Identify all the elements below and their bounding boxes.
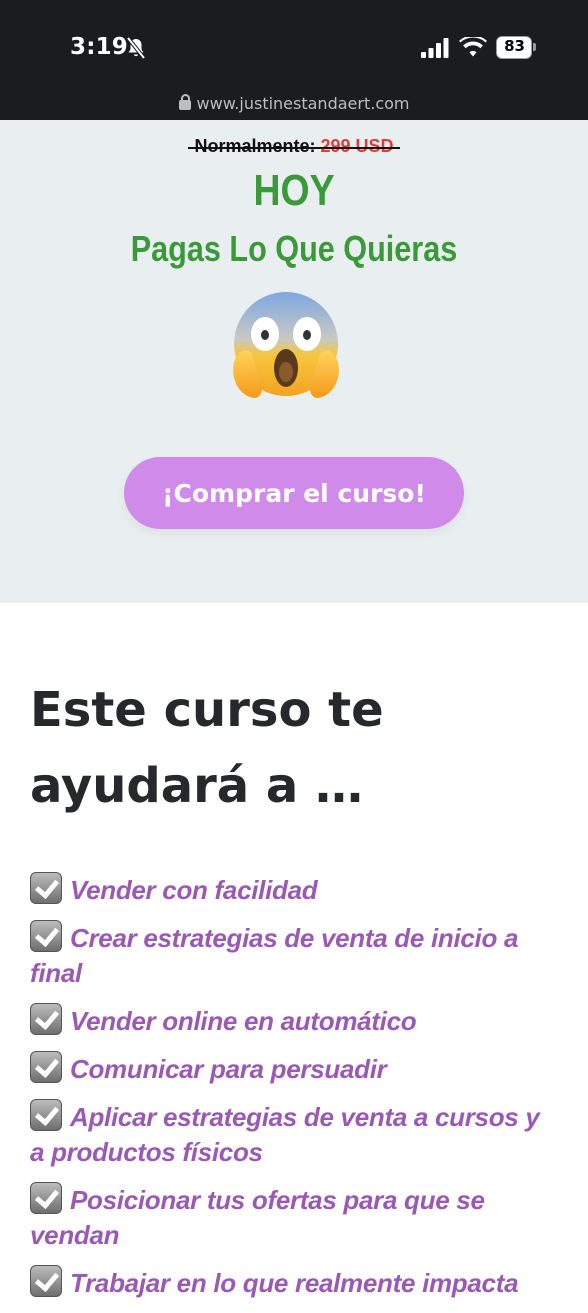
battery-percentage: 83 bbox=[504, 37, 525, 55]
lock-icon bbox=[178, 94, 191, 110]
wifi-icon bbox=[459, 37, 487, 57]
struck-price: Normalmente: 299 USD bbox=[188, 136, 400, 157]
check-mark-icon bbox=[30, 1051, 62, 1083]
list-item: Posicionar tus ofertas para que se venda… bbox=[30, 1182, 560, 1253]
check-mark-icon bbox=[30, 1182, 62, 1214]
list-item: Trabajar en lo que realmente impacta bbox=[30, 1265, 560, 1301]
check-mark-icon bbox=[30, 1003, 62, 1035]
benefits-list: Vender con facilidad Crear estrategias d… bbox=[30, 872, 560, 1313]
check-mark-icon bbox=[30, 1099, 62, 1131]
list-item: Aplicar estrategias de venta a cursos y … bbox=[30, 1099, 560, 1170]
benefit-text: Posicionar tus ofertas para que se venda… bbox=[30, 1185, 485, 1250]
list-item: Vender online en automático bbox=[30, 1003, 560, 1039]
url-text: www.justinestandaert.com bbox=[196, 94, 410, 113]
check-mark-icon bbox=[30, 920, 62, 952]
url-display[interactable]: www.justinestandaert.com bbox=[0, 94, 588, 113]
list-item: Crear estrategias de venta de inicio a f… bbox=[30, 920, 560, 991]
buy-course-button[interactable]: ¡Comprar el curso! bbox=[124, 457, 464, 529]
battery-indicator: 83 bbox=[496, 36, 538, 59]
check-mark-icon bbox=[30, 1265, 62, 1297]
benefit-text: Vender online en automático bbox=[70, 1006, 417, 1036]
benefit-text: Vender con facilidad bbox=[70, 875, 318, 905]
benefit-text: Aplicar estrategias de venta a cursos y … bbox=[30, 1102, 540, 1167]
bell-muted-icon bbox=[126, 37, 146, 59]
check-mark-icon bbox=[30, 872, 62, 904]
status-bar: 3:19 83 bbox=[0, 0, 588, 90]
list-item: Vender con facilidad bbox=[30, 872, 560, 908]
normal-price-line: Normalmente: 299 USD bbox=[0, 136, 588, 157]
offer-heading: Pagas Lo Que Quieras bbox=[130, 228, 458, 269]
cellular-signal-icon bbox=[421, 38, 449, 58]
benefits-heading: Este curso te ayudará a … bbox=[30, 682, 384, 814]
battery-tip bbox=[533, 43, 536, 51]
normal-price: 299 USD bbox=[320, 136, 394, 156]
normal-label: Normalmente: bbox=[194, 136, 316, 156]
status-time: 3:19 bbox=[70, 34, 129, 60]
list-item: Comunicar para persuadir bbox=[30, 1051, 560, 1087]
benefit-text: Trabajar en lo que realmente impacta bbox=[70, 1268, 519, 1298]
screaming-face-emoji-icon bbox=[233, 292, 339, 398]
benefit-text: Crear estrategias de venta de inicio a f… bbox=[30, 923, 519, 988]
benefit-text: Comunicar para persuadir bbox=[70, 1054, 387, 1084]
today-heading: HOY bbox=[253, 166, 335, 215]
